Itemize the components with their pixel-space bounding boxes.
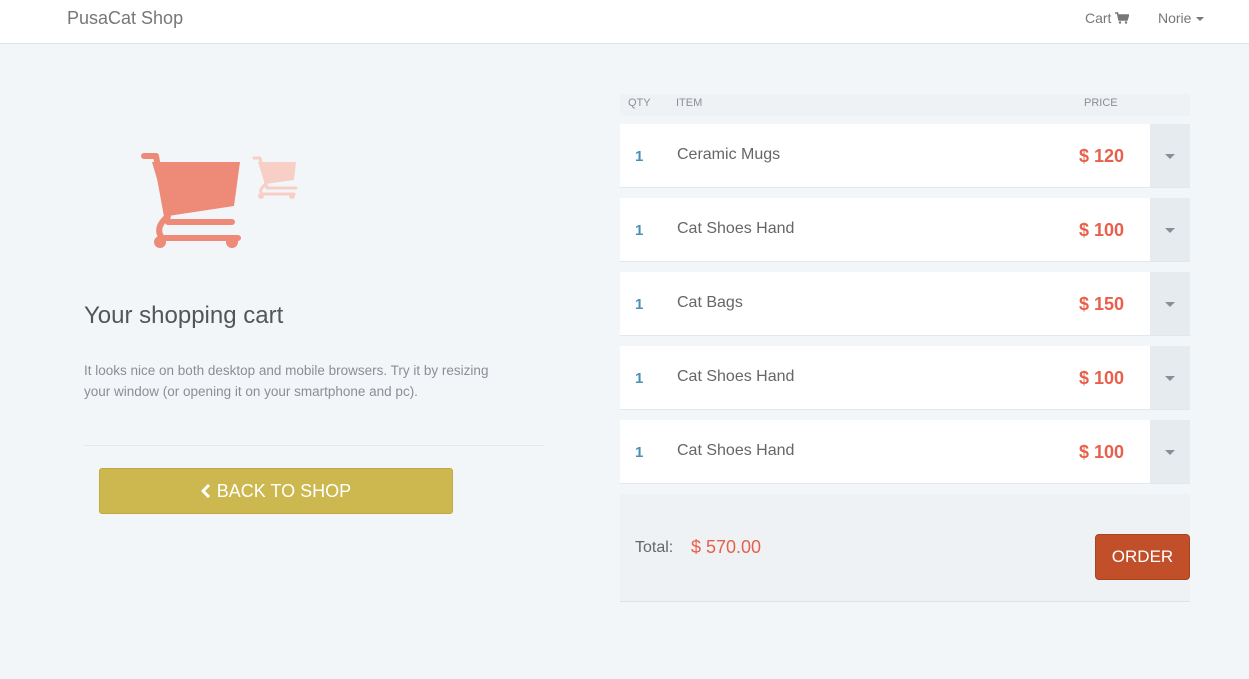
cart-row: 1 Cat Shoes Hand $ 100 [620,420,1190,484]
back-to-shop-button[interactable]: BACK TO SHOP [99,468,453,514]
row-price: $ 100 [1078,220,1124,240]
cart-row: 1 Ceramic Mugs $ 120 [620,124,1190,188]
order-summary: Total: $ 570.00 ORDER [620,494,1190,602]
shopping-cart-illustration-icon [141,153,298,248]
row-price: $ 100 [1078,442,1124,462]
row-expand-toggle[interactable] [1150,124,1190,187]
row-qty: 1 [635,296,644,313]
row-qty: 1 [635,222,644,239]
order-button[interactable]: ORDER [1095,534,1190,580]
row-item-name: Cat Shoes Hand [677,220,795,237]
header-qty: QTY [628,97,651,109]
header-item: ITEM [676,97,703,109]
caret-down-icon [1165,376,1175,381]
user-dropdown-toggle[interactable]: Norie [1158,10,1205,26]
caret-down-icon [1165,154,1175,159]
nav-cart-link[interactable]: Cart [1085,10,1130,26]
row-expand-toggle[interactable] [1150,420,1190,483]
row-qty: 1 [635,148,644,165]
caret-down-icon [1165,450,1175,455]
brand-logo-text[interactable]: PusaCat Shop [67,8,183,29]
row-qty: 1 [635,370,644,387]
user-name-label: Norie [1158,10,1192,26]
cart-row: 1 Cat Shoes Hand $ 100 [620,346,1190,410]
page-title: Your shopping cart [84,302,284,329]
row-price: $ 100 [1078,368,1124,388]
row-item-name: Ceramic Mugs [677,146,781,163]
nav-cart-label: Cart [1085,10,1112,26]
row-price: $ 120 [1078,146,1124,166]
row-item-name: Cat Shoes Hand [677,368,795,385]
page-description: It looks nice on both desktop and mobile… [84,363,489,399]
row-expand-toggle[interactable] [1150,272,1190,335]
top-navbar: PusaCat Shop Cart Norie [0,0,1249,44]
total-label: Total: [635,539,674,556]
shopping-cart-icon [1115,12,1130,24]
caret-down-icon [1165,228,1175,233]
back-to-shop-label: BACK TO SHOP [216,480,352,501]
cart-table-header: QTY ITEM PRICE [620,94,1190,116]
section-divider [84,445,544,446]
row-expand-toggle[interactable] [1150,198,1190,261]
caret-down-icon [1196,17,1205,21]
caret-down-icon [1165,302,1175,307]
chevron-left-icon [201,484,210,498]
row-expand-toggle[interactable] [1150,346,1190,409]
cart-row: 1 Cat Shoes Hand $ 100 [620,198,1190,262]
total-value: $ 570.00 [691,537,762,557]
row-item-name: Cat Shoes Hand [677,442,795,459]
header-price: PRICE [1084,97,1118,109]
cart-row: 1 Cat Bags $ 150 [620,272,1190,336]
row-price: $ 150 [1078,294,1124,314]
row-item-name: Cat Bags [677,294,743,311]
row-qty: 1 [635,444,644,461]
